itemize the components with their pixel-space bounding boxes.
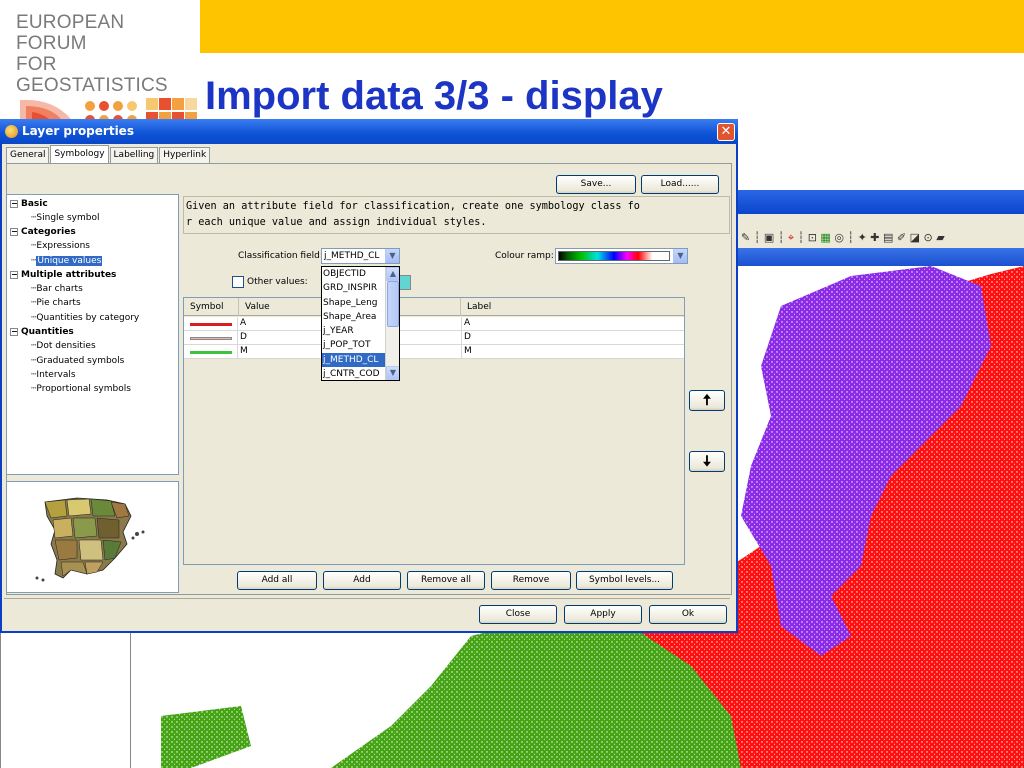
row-label[interactable]: D [461, 331, 684, 344]
move-up-button[interactable]: 🠅 [689, 390, 725, 411]
background-app-subbar [737, 248, 1024, 266]
description-text: Given an attribute field for classificat… [183, 196, 730, 234]
row-label[interactable]: A [461, 317, 684, 330]
zoom-icon[interactable]: ⊡ [808, 231, 817, 244]
tree-item-dot-densities[interactable]: ┄Dot densities [31, 340, 96, 352]
classification-field-value: j_METHD_CL [324, 251, 380, 261]
tree-item-proportional-symbols[interactable]: ┄Proportional symbols [31, 383, 131, 395]
tree-item-basic[interactable]: − Basic [10, 198, 48, 210]
edit-icon[interactable]: ✎ [741, 231, 750, 244]
table-header: Symbol Value Label [184, 298, 684, 316]
tree-item-intervals[interactable]: ┄Intervals [31, 369, 76, 381]
dialog-titlebar[interactable]: Layer properties ✕ [0, 119, 738, 144]
scroll-down-icon[interactable]: ▼ [386, 366, 399, 380]
measure-icon[interactable]: ✦ [858, 231, 867, 244]
classification-field-label: Classification field: [238, 251, 323, 261]
tab-symbology[interactable]: Symbology [50, 145, 109, 163]
table-row[interactable]: A A [184, 317, 684, 331]
row-symbol-swatch[interactable] [190, 337, 232, 340]
add-all-button[interactable]: Add all [237, 571, 317, 590]
dialog-title: Layer properties [22, 124, 134, 138]
info-icon[interactable]: ▦ [820, 231, 830, 244]
background-app-titlebar [737, 190, 1024, 214]
table-row[interactable]: D D [184, 331, 684, 345]
symbology-preview [6, 481, 179, 593]
chevron-down-icon[interactable]: ▼ [385, 249, 399, 263]
symbology-type-tree[interactable]: − Basic ┄Single symbol − Categories ┄Expre… [6, 194, 179, 475]
ok-button[interactable]: Ok [649, 605, 727, 624]
classes-table: Symbol Value Label A A D D M M [183, 297, 685, 565]
background-app-toolbar: ✎ ┆ ▣ ┆ ⌖ ┆ ⊡ ▦ ◎ ┆ ✦ ✚ ▤ ✐ ◪ ⊙ ▰ [737, 228, 1024, 248]
presentation-slide: EUROPEAN FORUM FOR GEOSTATISTICS Import … [0, 0, 1024, 768]
row-label[interactable]: M [461, 345, 684, 358]
background-layer-panel [0, 632, 131, 768]
header-banner [200, 0, 1024, 53]
other-values-label: Other values: [247, 277, 308, 287]
row-symbol-swatch[interactable] [190, 351, 232, 354]
tree-item-graduated-symbols[interactable]: ┄Graduated symbols [31, 355, 124, 367]
tree-item-pie-charts[interactable]: ┄Pie charts [31, 297, 81, 309]
load-button[interactable]: Load...... [641, 175, 719, 194]
logo-line-1: EUROPEAN FORUM [16, 12, 125, 54]
tab-hyperlink[interactable]: Hyperlink [159, 147, 211, 163]
tab-labelling[interactable]: Labelling [109, 147, 159, 163]
dialog-divider [4, 598, 730, 599]
tree-item-categories[interactable]: − Categories [10, 226, 76, 238]
arrow-down-icon: 🠇 [702, 452, 712, 470]
chevron-down-icon[interactable]: ▼ [673, 249, 687, 263]
settings-icon[interactable]: ✚ ▤ ✐ ◪ ⊙ ▰ [870, 231, 944, 244]
colour-ramp-select[interactable]: ▼ [555, 248, 688, 264]
tree-item-single-symbol[interactable]: ┄Single symbol [31, 212, 99, 224]
tab-general[interactable]: General [6, 147, 50, 163]
select-icon[interactable]: ◎ [834, 231, 844, 244]
remove-button[interactable]: Remove [491, 571, 571, 590]
tree-item-bar-charts[interactable]: ┄Bar charts [31, 283, 83, 295]
remove-all-button[interactable]: Remove all [407, 571, 485, 590]
symbol-levels-button[interactable]: Symbol levels... [576, 571, 673, 590]
tab-strip: General Symbology Labelling Hyperlink [6, 145, 211, 163]
tree-item-expressions[interactable]: ┄Expressions [31, 240, 90, 252]
arrow-up-icon: 🠅 [702, 391, 712, 409]
description-line-1: Given an attribute field for classificat… [186, 201, 640, 212]
close-icon[interactable]: ✕ [717, 123, 735, 141]
classification-field-dropdown[interactable]: OBJECTID GRD_INSPIR Shape_Leng Shape_Are… [321, 266, 400, 381]
other-values-checkbox[interactable] [232, 276, 244, 288]
background-app-menubar [737, 214, 1024, 228]
header-label[interactable]: Label [461, 298, 684, 316]
save-button[interactable]: Save... [556, 175, 636, 194]
description-line-2: r each unique value and assign individua… [186, 217, 487, 228]
layer-icon[interactable]: ▣ [764, 231, 774, 244]
row-symbol-swatch[interactable] [190, 323, 232, 326]
dropdown-scrollbar[interactable]: ▲ ▼ [385, 267, 399, 380]
tree-item-quantities[interactable]: − Quantities [10, 326, 74, 338]
crosshair-icon[interactable]: ⌖ [788, 231, 794, 244]
scroll-up-icon[interactable]: ▲ [386, 267, 399, 281]
scroll-thumb[interactable] [387, 281, 399, 327]
logo-line-2: FOR GEOSTATISTICS [16, 54, 168, 96]
tree-item-quantities-by-category[interactable]: ┄Quantities by category [31, 312, 139, 324]
add-button[interactable]: Add [323, 571, 401, 590]
slide-title: Import data 3/3 - display [205, 74, 663, 118]
move-down-button[interactable]: 🠇 [689, 451, 725, 472]
colour-ramp-swatch [558, 251, 670, 261]
tree-item-unique-values[interactable]: ┄Unique values [31, 255, 103, 267]
close-button[interactable]: Close [479, 605, 557, 624]
header-symbol[interactable]: Symbol [184, 298, 239, 316]
forum-logo: EUROPEAN FORUM FOR GEOSTATISTICS [12, 12, 200, 155]
tree-item-multiple-attributes[interactable]: − Multiple attributes [10, 269, 116, 281]
layer-properties-icon [5, 125, 18, 138]
apply-button[interactable]: Apply [564, 605, 642, 624]
colour-ramp-label: Colour ramp: [495, 251, 554, 261]
table-row[interactable]: M M [184, 345, 684, 359]
spain-map-preview-icon [35, 497, 145, 582]
classification-field-select[interactable]: j_METHD_CL ▼ [321, 248, 400, 264]
